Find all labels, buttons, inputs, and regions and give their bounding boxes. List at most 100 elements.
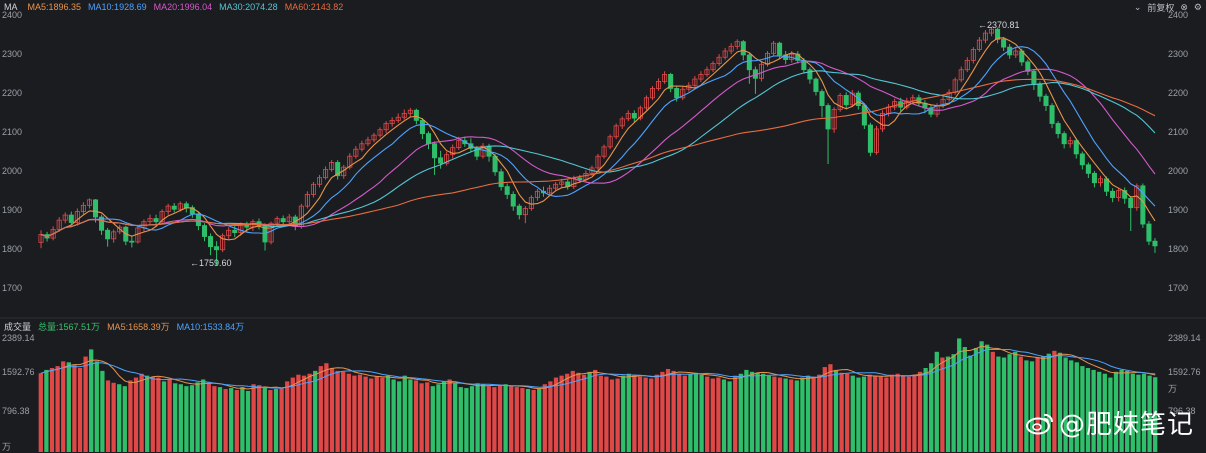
- candle: [99, 214, 105, 235]
- candle-body: [504, 186, 510, 195]
- volume-bar: [503, 384, 508, 452]
- candle: [892, 98, 898, 111]
- candlestick-chart[interactable]: [0, 0, 1206, 453]
- volume-bar: [811, 376, 816, 452]
- candle: [1025, 59, 1031, 76]
- volume-bar: [122, 386, 127, 452]
- candle-body: [419, 119, 425, 135]
- volume-bar: [1013, 351, 1018, 452]
- candle: [819, 89, 825, 118]
- candle-body: [92, 199, 99, 218]
- volume-bar: [895, 373, 900, 452]
- volume-bar: [951, 354, 956, 452]
- volume-bar: [940, 357, 945, 452]
- volume-bar: [878, 376, 883, 452]
- volume-bar: [49, 368, 55, 452]
- ma5-line: [40, 37, 1156, 241]
- volume-bar: [346, 373, 351, 452]
- candle: [807, 67, 813, 84]
- volume-bar: [453, 383, 458, 452]
- volume-bar: [195, 382, 200, 452]
- candle: [928, 104, 934, 118]
- volume-bar: [150, 376, 155, 452]
- weibo-logo-icon: [1025, 413, 1053, 434]
- candle-body: [1031, 70, 1037, 85]
- volume-bar: [296, 374, 301, 452]
- volume-bar: [178, 384, 183, 452]
- candle-body: [674, 88, 680, 99]
- volume-bar: [570, 370, 575, 452]
- candle: [226, 227, 232, 239]
- volume-bar: [861, 376, 867, 452]
- candle-body: [1001, 38, 1007, 48]
- volume-bar: [161, 381, 167, 452]
- candle: [534, 188, 540, 201]
- volume-bar: [514, 387, 519, 452]
- candle: [359, 140, 365, 152]
- volume-bar: [789, 379, 794, 452]
- candle: [946, 89, 952, 102]
- candle-body: [819, 91, 825, 106]
- volume-bar: [509, 386, 514, 452]
- volume-bar: [341, 371, 346, 452]
- volume-bar: [307, 373, 312, 452]
- volume-bar: [632, 374, 637, 452]
- candle: [880, 110, 886, 133]
- volume-bar: [783, 378, 788, 452]
- volume-bar: [677, 373, 682, 452]
- volume-bar: [251, 384, 256, 452]
- volume-bar: [425, 382, 430, 452]
- volume-bar: [598, 375, 603, 452]
- candle-body: [1055, 123, 1061, 135]
- candle-body: [201, 225, 208, 237]
- candle-body: [813, 78, 819, 92]
- volume-bar: [167, 379, 172, 452]
- candle-body: [577, 177, 583, 181]
- candle: [825, 103, 831, 165]
- volume-indicator-label[interactable]: 成交量: [4, 320, 31, 333]
- volume-bar: [329, 368, 335, 452]
- candle: [444, 151, 450, 166]
- volume-bar: [945, 356, 951, 452]
- candle-body: [510, 194, 516, 207]
- candle: [498, 168, 504, 191]
- volume-bar: [257, 385, 262, 452]
- volume-bar: [77, 368, 83, 452]
- volume-bar: [229, 388, 234, 452]
- candle: [1061, 131, 1067, 149]
- volume-bar: [727, 381, 732, 452]
- volume-bar: [755, 372, 760, 452]
- volume-bar: [973, 347, 979, 452]
- volume-bar: [206, 383, 211, 452]
- volume-bar: [542, 384, 547, 452]
- volume-bar: [699, 374, 704, 452]
- volume-bar: [805, 375, 811, 452]
- vol-tick-mid-right: 1592.76: [1168, 367, 1201, 377]
- candle-body: [746, 54, 752, 71]
- volume-bar: [1001, 357, 1007, 452]
- candle: [668, 72, 674, 93]
- volume-bar: [240, 387, 245, 452]
- candle-body: [105, 229, 111, 240]
- candle-body: [425, 133, 432, 145]
- candle-body: [432, 143, 438, 159]
- volume-bar: [822, 367, 827, 452]
- volume-bar: [61, 361, 66, 452]
- candle: [310, 181, 316, 198]
- candle: [165, 203, 171, 215]
- candle: [286, 213, 292, 225]
- candle: [1013, 47, 1019, 59]
- volume-bar: [1018, 356, 1023, 452]
- volume-bar: [643, 377, 648, 452]
- candle: [401, 109, 407, 120]
- volume-bar: [705, 376, 710, 452]
- candle: [208, 233, 214, 256]
- volume-bar: [66, 362, 71, 452]
- candle: [86, 198, 92, 209]
- volume-bar: [744, 369, 749, 452]
- volume-bar: [201, 379, 206, 452]
- volume-bar: [128, 380, 133, 452]
- volume-bar: [492, 387, 497, 452]
- candle: [1097, 175, 1104, 187]
- candle: [371, 132, 377, 143]
